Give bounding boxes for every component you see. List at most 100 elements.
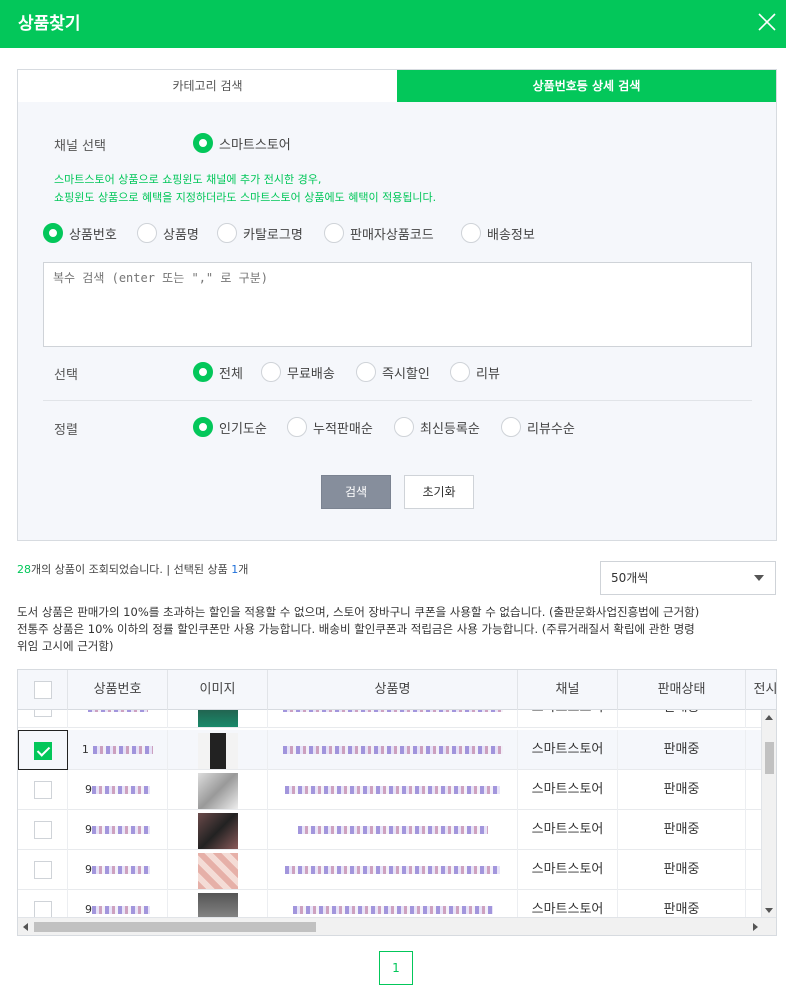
radio-search-seller-code[interactable]: 판매자상품코드 bbox=[324, 223, 434, 243]
column-header: 상품명 bbox=[268, 670, 518, 710]
search-tabs: 카테고리 검색 상품번호등 상세 검색 bbox=[17, 69, 777, 103]
horizontal-scrollbar[interactable] bbox=[18, 917, 776, 935]
table-row[interactable]: 1 스마트스토어 판매중 전 bbox=[18, 730, 776, 770]
notice-line: 쇼핑윈도 상품으로 혜택을 지정하더라도 스마트스토어 상품에도 혜택이 적용됩… bbox=[54, 191, 437, 204]
status-cell: 판매중 bbox=[618, 810, 746, 850]
radio-search-product-id[interactable]: 상품번호 bbox=[43, 223, 117, 243]
table-row[interactable]: 9 스마트스토어 판매중 전 bbox=[18, 770, 776, 810]
table-row[interactable]: 9 스마트스토어 판매중 전 bbox=[18, 810, 776, 850]
radio-search-catalog-name[interactable]: 카탈로그명 bbox=[217, 223, 303, 243]
radio-sort-popularity[interactable]: 인기도순 bbox=[193, 417, 267, 437]
column-header: 전시상 bbox=[746, 670, 776, 710]
table-header: 상품번호 이미지 상품명 채널 판매상태 전시상 bbox=[18, 670, 776, 710]
blurred-product-id bbox=[92, 865, 150, 874]
status-cell: 판매중 bbox=[618, 770, 746, 810]
page-button-current[interactable]: 1 bbox=[379, 951, 413, 985]
status-cell: 판매중 bbox=[618, 890, 746, 918]
table-body: 스마트스토어 판매중 전 1 스마트스토어 판매중 전 9 스마트스토어 판매중… bbox=[18, 710, 776, 918]
channel-cell: 스마트스토어 bbox=[518, 730, 618, 770]
radio-icon bbox=[137, 223, 157, 243]
radio-filter-review[interactable]: 리뷰 bbox=[450, 362, 500, 382]
blurred-product-id bbox=[87, 710, 148, 712]
radio-label: 리뷰 bbox=[476, 366, 500, 382]
multi-search-input[interactable] bbox=[43, 262, 752, 347]
radio-channel-smartstore[interactable]: 스마트스토어 bbox=[193, 133, 291, 153]
product-table: 상품번호 이미지 상품명 채널 판매상태 전시상 스마트스토어 판매중 전 1 … bbox=[17, 669, 777, 936]
radio-label: 상품명 bbox=[163, 227, 199, 243]
product-id: 1 bbox=[81, 743, 89, 756]
product-thumbnail bbox=[197, 892, 238, 918]
result-count-text: 개의 상품이 조회되었습니다. | 선택된 상품 bbox=[31, 563, 232, 576]
warning-line: 도서 상품은 판매가의 10%를 초과하는 할인을 적용할 수 없으며, 스토어… bbox=[17, 605, 700, 619]
radio-filter-all[interactable]: 전체 bbox=[193, 362, 243, 382]
radio-icon bbox=[394, 417, 414, 437]
header-select-all bbox=[18, 670, 68, 710]
blurred-product-id bbox=[92, 785, 150, 794]
column-header: 판매상태 bbox=[618, 670, 746, 710]
radio-label: 상품번호 bbox=[69, 227, 117, 243]
row-checkbox[interactable] bbox=[33, 860, 52, 879]
radio-icon bbox=[450, 362, 470, 382]
modal-header: 상품찾기 bbox=[0, 0, 786, 48]
radio-label: 즉시할인 bbox=[382, 366, 430, 382]
radio-sort-reviews[interactable]: 리뷰수순 bbox=[501, 417, 575, 437]
row-checkbox[interactable] bbox=[33, 900, 52, 918]
row-checkbox-checked[interactable] bbox=[34, 741, 52, 760]
notice-line: 스마트스토어 상품으로 쇼핑윈도 채널에 추가 전시한 경우, bbox=[54, 173, 322, 186]
channel-cell: 스마트스토어 bbox=[518, 710, 618, 728]
radio-label: 누적판매순 bbox=[313, 421, 373, 437]
radio-label: 전체 bbox=[219, 366, 243, 382]
channel-cell: 스마트스토어 bbox=[518, 850, 618, 890]
scroll-right-icon[interactable] bbox=[753, 923, 758, 931]
row-checkbox[interactable] bbox=[33, 820, 52, 839]
warning-line: 위임 고시에 근거함) bbox=[17, 639, 114, 653]
radio-search-shipping-info[interactable]: 배송정보 bbox=[461, 223, 535, 243]
blurred-product-name bbox=[282, 710, 503, 712]
radio-filter-free-shipping[interactable]: 무료배송 bbox=[261, 362, 335, 382]
channel-notice: 스마트스토어 상품으로 쇼핑윈도 채널에 추가 전시한 경우, 쇼핑윈도 상품으… bbox=[54, 171, 436, 207]
scroll-down-icon[interactable] bbox=[765, 908, 773, 913]
result-summary: 28개의 상품이 조회되었습니다. | 선택된 상품 1개 bbox=[17, 561, 248, 577]
product-id: 9 bbox=[85, 823, 92, 836]
page-size-select[interactable]: 50개씩 bbox=[600, 561, 776, 595]
radio-sort-newest[interactable]: 최신등록순 bbox=[394, 417, 480, 437]
table-row[interactable]: 9 스마트스토어 판매중 전 bbox=[18, 890, 776, 918]
blurred-product-name bbox=[285, 865, 500, 874]
blurred-product-name bbox=[297, 825, 488, 834]
blurred-product-name bbox=[285, 785, 500, 794]
column-header: 상품번호 bbox=[68, 670, 168, 710]
scroll-thumb[interactable] bbox=[34, 922, 316, 932]
radio-icon bbox=[501, 417, 521, 437]
row-checkbox[interactable] bbox=[33, 780, 52, 799]
radio-icon bbox=[287, 417, 307, 437]
scroll-left-icon[interactable] bbox=[23, 923, 28, 931]
selected-count-text: 개 bbox=[238, 563, 249, 576]
close-icon[interactable] bbox=[756, 11, 778, 33]
scroll-up-icon[interactable] bbox=[765, 715, 773, 720]
discount-warning: 도서 상품은 판매가의 10%를 초과하는 할인을 적용할 수 없으며, 스토어… bbox=[17, 604, 779, 655]
reset-button[interactable]: 초기화 bbox=[404, 475, 474, 509]
tab-detail-search[interactable]: 상품번호등 상세 검색 bbox=[397, 70, 776, 102]
select-all-checkbox[interactable] bbox=[33, 680, 52, 699]
radio-label: 판매자상품코드 bbox=[350, 227, 434, 243]
table-row[interactable]: 스마트스토어 판매중 전 bbox=[18, 710, 776, 728]
tab-category-search[interactable]: 카테고리 검색 bbox=[18, 70, 397, 102]
row-checkbox[interactable] bbox=[33, 710, 52, 717]
blurred-product-id bbox=[92, 905, 150, 914]
radio-search-product-name[interactable]: 상품명 bbox=[137, 223, 199, 243]
blurred-product-id bbox=[93, 745, 154, 754]
vertical-scrollbar[interactable] bbox=[761, 710, 776, 918]
radio-selected-icon bbox=[193, 362, 213, 382]
channel-cell: 스마트스토어 bbox=[518, 890, 618, 918]
blurred-product-name bbox=[282, 745, 503, 754]
radio-label: 스마트스토어 bbox=[219, 137, 291, 153]
product-thumbnail bbox=[197, 812, 238, 849]
table-row[interactable]: 9 스마트스토어 판매중 전 bbox=[18, 850, 776, 890]
radio-sort-sales[interactable]: 누적판매순 bbox=[287, 417, 373, 437]
channel-cell: 스마트스토어 bbox=[518, 810, 618, 850]
scroll-thumb[interactable] bbox=[765, 742, 774, 774]
radio-filter-instant-discount[interactable]: 즉시할인 bbox=[356, 362, 430, 382]
divider bbox=[43, 400, 752, 401]
search-button[interactable]: 검색 bbox=[321, 475, 391, 509]
radio-label: 최신등록순 bbox=[420, 421, 480, 437]
